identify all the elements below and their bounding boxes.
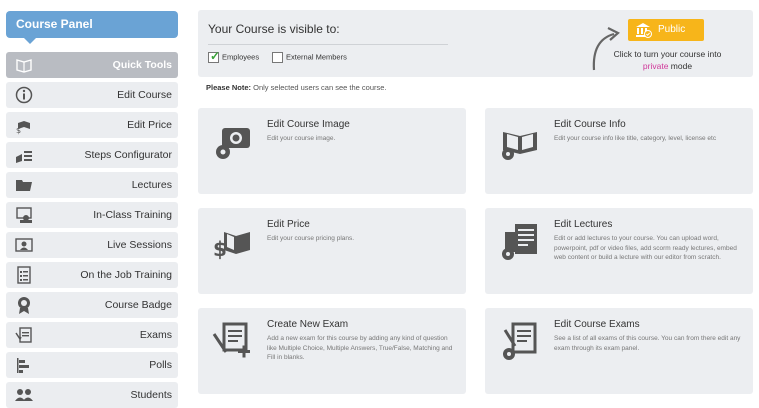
- turn-private-hint: Click to turn your course into private m…: [610, 48, 725, 72]
- sidebar-item-label: Polls: [149, 359, 172, 371]
- public-button-label: Public: [658, 24, 686, 35]
- info-icon: [15, 86, 33, 104]
- employees-checkbox[interactable]: ✓ Employees: [208, 49, 260, 63]
- sidebar-item-live-sessions[interactable]: Live Sessions: [6, 232, 178, 258]
- check-mark-icon: ✓: [210, 49, 221, 63]
- sidebar-item-lectures[interactable]: Lectures: [6, 172, 178, 198]
- card-description: Edit or add lectures to your course. You…: [554, 235, 737, 261]
- card-title: Edit Course Image: [267, 119, 350, 130]
- header-pointer: [24, 38, 36, 44]
- private-link[interactable]: private: [643, 61, 669, 71]
- classroom-icon: [16, 207, 32, 223]
- external-members-checkbox[interactable]: External Members: [272, 52, 347, 63]
- card-title: Edit Lectures: [554, 219, 613, 230]
- price-icon: $: [16, 121, 30, 135]
- sidebar-item-exams[interactable]: Exams: [6, 322, 178, 348]
- please-note: Please Note: Only selected users can see…: [206, 83, 387, 92]
- card-description: Add a new exam for this course by adding…: [267, 335, 453, 361]
- lectures-icon: [502, 224, 537, 260]
- polls-icon: [17, 358, 29, 373]
- checklist-icon: [17, 266, 31, 284]
- sidebar-item-students[interactable]: Students: [6, 382, 178, 408]
- sidebar-item-edit-price[interactable]: $ Edit Price: [6, 112, 178, 138]
- visibility-panel: Your Course is visible to: ✓ Employees Ex…: [198, 10, 753, 77]
- price-icon: $: [213, 232, 250, 261]
- card-create-new-exam[interactable]: Create New Exam Add a new exam for this …: [198, 308, 466, 394]
- sidebar-item-course-badge[interactable]: Course Badge: [6, 292, 178, 318]
- card-edit-course-image[interactable]: Edit Course Image Edit your course image…: [198, 108, 466, 194]
- svg-text:$: $: [213, 237, 227, 261]
- card-description: Edit your course pricing plans.: [267, 235, 355, 242]
- visibility-title: Your Course is visible to:: [208, 22, 340, 36]
- sidebar-item-label: Quick Tools: [112, 59, 172, 71]
- sidebar-item-on-the-job-training[interactable]: On the Job Training: [6, 262, 178, 288]
- sidebar-item-label: Live Sessions: [107, 239, 172, 251]
- card-title: Edit Course Info: [554, 119, 626, 130]
- sidebar-item-label: Edit Price: [127, 119, 172, 131]
- sidebar-item-polls[interactable]: Polls: [6, 352, 178, 378]
- quick-tools-icon: [16, 59, 32, 73]
- card-edit-course-info[interactable]: Edit Course Info Edit your course info l…: [485, 108, 753, 194]
- hint-text: Click to turn your course into: [613, 49, 722, 59]
- sidebar-item-label: Course Badge: [104, 299, 172, 311]
- course-panel-title: Course Panel: [16, 17, 93, 31]
- card-description: See a list of all exams of this course. …: [554, 335, 741, 352]
- sidebar-item-label: On the Job Training: [80, 269, 172, 281]
- sidebar-item-label: Students: [130, 389, 172, 401]
- card-edit-price[interactable]: $ Edit Price Edit your course pricing pl…: [198, 208, 466, 294]
- exam-icon: [15, 327, 32, 343]
- course-image-icon: [216, 128, 250, 159]
- live-session-icon: [15, 238, 33, 252]
- card-title: Edit Course Exams: [554, 319, 640, 330]
- badge-icon: [18, 297, 30, 314]
- sidebar-item-label: Exams: [139, 329, 172, 341]
- sidebar-item-label: Edit Course: [117, 89, 172, 101]
- sidebar-item-steps-configurator[interactable]: Steps Configurator: [6, 142, 178, 168]
- course-exams-icon: [503, 322, 537, 360]
- sidebar-item-quick-tools[interactable]: Quick Tools: [6, 52, 178, 78]
- institution-icon: [636, 23, 652, 38]
- card-description: Edit your course info like title, catego…: [554, 135, 717, 142]
- public-toggle-button[interactable]: Public: [628, 19, 704, 41]
- checkbox-box[interactable]: [272, 52, 283, 63]
- divider: [208, 44, 448, 45]
- steps-icon: [16, 151, 32, 163]
- note-label: Please Note:: [206, 83, 252, 92]
- sidebar-item-label: In-Class Training: [93, 209, 172, 221]
- students-icon: [15, 389, 33, 401]
- card-edit-course-exams[interactable]: Edit Course Exams See a list of all exam…: [485, 308, 753, 394]
- sidebar-item-edit-course[interactable]: Edit Course: [6, 82, 178, 108]
- course-panel-header: Course Panel: [6, 11, 178, 44]
- svg-text:$: $: [16, 126, 21, 135]
- card-title: Create New Exam: [267, 319, 349, 330]
- folder-icon: [16, 180, 32, 191]
- card-description: Edit your course image.: [267, 135, 336, 142]
- external-members-label: External Members: [286, 52, 347, 62]
- employees-label: Employees: [222, 52, 260, 62]
- note-text: Only selected users can see the course.: [251, 83, 387, 92]
- course-info-icon: [502, 132, 537, 160]
- sidebar-item-label: Lectures: [131, 179, 172, 191]
- card-title: Edit Price: [267, 219, 310, 230]
- new-exam-icon: [212, 322, 250, 358]
- sidebar-item-label: Steps Configurator: [84, 149, 172, 161]
- hint-text-end: mode: [668, 61, 693, 71]
- card-edit-lectures[interactable]: Edit Lectures Edit or add lectures to yo…: [485, 208, 753, 294]
- checkbox-box[interactable]: ✓: [208, 49, 221, 63]
- sidebar-item-in-class-training[interactable]: In-Class Training: [6, 202, 178, 228]
